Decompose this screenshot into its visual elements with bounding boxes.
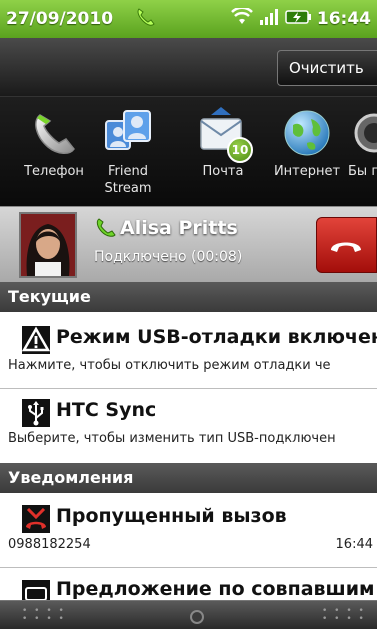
status-bar[interactable]: 27/09/2010 16:44 — [0, 0, 377, 38]
notification-subtitle: Нажмите, чтобы отключить режим отладки ч… — [8, 358, 331, 373]
active-call[interactable]: Alisa Pritts Подключено (00:08) — [0, 206, 377, 282]
mail-unread-badge: 10 — [227, 137, 253, 163]
notification-htc-sync[interactable]: HTC Sync Выберите, чтобы изменить тип US… — [0, 389, 377, 463]
caller-name: Alisa Pritts — [120, 217, 238, 239]
grip-dots-icon: • • • • • • • • — [22, 606, 66, 624]
notification-subtitle: 0988182254 — [8, 537, 91, 552]
notification-missed-call[interactable]: Пропущенный вызов 0988182254 16:44 — [0, 493, 377, 567]
hang-up-icon — [317, 242, 375, 276]
friend-stream-icon — [100, 105, 156, 159]
notification-title: Пропущенный вызов — [56, 505, 287, 527]
quick-app-friend-stream[interactable]: Friend Stream — [86, 105, 170, 197]
globe-icon — [279, 105, 335, 159]
app-icon — [348, 105, 377, 159]
clear-button[interactable]: Очистить — [277, 50, 377, 86]
notification-title: Режим USB-отладки включен — [56, 326, 377, 348]
quick-app-label: Почта — [202, 164, 244, 179]
call-status: Подключено (00:08) — [94, 249, 243, 265]
drag-handle-bar[interactable]: • • • • • • • • • • • • • • • • — [0, 600, 377, 629]
drag-handle-knob[interactable] — [190, 610, 204, 624]
status-date: 27/09/2010 — [6, 9, 114, 29]
notification-title: Предложение по совпавшим — [56, 578, 375, 600]
notification-toolbar: Очистить — [0, 38, 377, 96]
signal-icon — [259, 8, 279, 30]
call-active-icon — [94, 217, 118, 243]
notification-title: HTC Sync — [56, 399, 157, 421]
battery-charging-icon — [285, 9, 311, 29]
quick-app-label: Телефон — [24, 164, 84, 179]
notification-usb-debugging[interactable]: Режим USB-отладки включен Нажмите, чтобы… — [0, 312, 377, 388]
end-call-button[interactable] — [316, 217, 377, 273]
contact-card-icon — [22, 580, 50, 600]
missed-call-icon — [22, 505, 50, 533]
usb-icon — [22, 399, 50, 427]
quick-apps-bar: Телефон Friend Stream 10 Почта Интернет … — [0, 96, 377, 206]
caller-avatar — [19, 212, 77, 278]
quick-app-mail[interactable]: 10 Почта — [181, 105, 265, 180]
wifi-icon — [230, 6, 253, 30]
status-time: 16:44 — [316, 9, 371, 29]
mail-icon: 10 — [195, 105, 253, 163]
section-header-notifications: Уведомления — [0, 463, 377, 493]
notification-subtitle: Выберите, чтобы изменить тип USB-подключ… — [8, 431, 336, 446]
quick-app-internet[interactable]: Интернет — [265, 105, 349, 180]
quick-app-partial[interactable]: Бы п — [348, 105, 377, 180]
quick-app-label: Friend Stream — [104, 164, 152, 196]
warning-icon — [21, 326, 51, 354]
quick-app-label: Бы п — [348, 164, 377, 179]
section-header-current: Текущие — [0, 282, 377, 312]
notification-time: 16:44 — [335, 537, 373, 552]
quick-app-phone[interactable]: Телефон — [12, 105, 96, 180]
call-in-progress-icon — [135, 6, 157, 32]
phone-icon — [26, 105, 82, 159]
notification-contact-suggestion[interactable]: Предложение по совпавшим — [0, 568, 377, 600]
quick-app-label: Интернет — [273, 164, 341, 179]
grip-dots-icon: • • • • • • • • — [322, 606, 366, 624]
